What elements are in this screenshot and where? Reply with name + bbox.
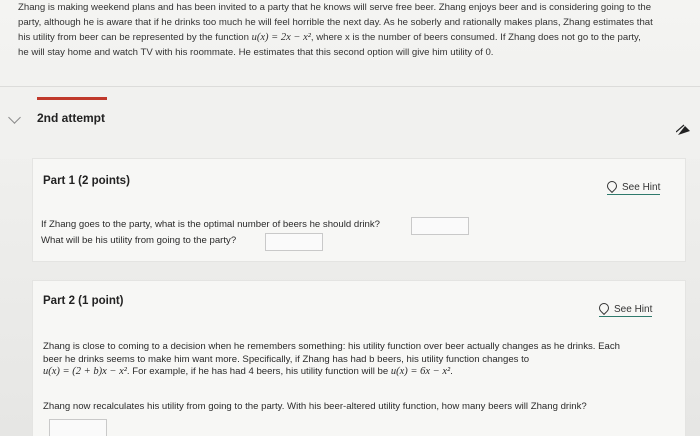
intro-line-4: he will stay home and watch TV with his …	[18, 47, 494, 58]
example-utility-formula: u(x) = 6x − x²	[390, 366, 451, 377]
intro-line-1: Zhang is making weekend plans and has be…	[18, 2, 652, 13]
part-2-text: Zhang is close to coming to a decision w…	[43, 341, 663, 379]
utility-formula: u(x) = 2x − x²	[251, 32, 311, 43]
problem-intro: Zhang is making weekend plans and has be…	[18, 0, 680, 60]
part-1-question-1: If Zhang goes to the party, what is the …	[41, 219, 380, 230]
intro-line-3: his utility from beer can be represented…	[18, 30, 680, 45]
altered-utility-formula: u(x) = (2 + b)x − x²	[43, 366, 127, 377]
part-2-card: Part 2 (1 point) See Hint Zhang is close…	[32, 280, 686, 436]
part-1-title: Part 1 (2 points)	[43, 175, 130, 187]
attempt-title: 2nd attempt	[37, 111, 106, 125]
intro-line-2: party, although he is aware that if he d…	[18, 17, 653, 28]
part-2-see-hint-link[interactable]: See Hint	[596, 300, 653, 317]
intro-line-3a: his utility from beer can be represented…	[18, 32, 252, 43]
attempt-header[interactable]: 2nd attempt	[0, 86, 700, 159]
arrow-up-icon[interactable]	[676, 123, 692, 137]
optimal-beers-input[interactable]	[411, 217, 469, 235]
part-2-line-3b: . For example, if he has had 4 beers, hi…	[126, 366, 391, 377]
attempt-accent-line	[37, 97, 107, 100]
lightbulb-icon	[604, 178, 620, 194]
part-2-question: Zhang now recalculates his utility from …	[43, 401, 587, 412]
intro-line-3b: , where x is the number of beers consume…	[310, 32, 641, 43]
part-2-line-1: Zhang is close to coming to a decision w…	[43, 341, 620, 352]
part-1-hint-label: See Hint	[622, 182, 661, 193]
part-2-hint-label: See Hint	[614, 304, 653, 315]
part-2-line-2: beer he drinks seems to make him want mo…	[43, 353, 530, 365]
part-1-question-2: What will be his utility from going to t…	[41, 235, 237, 246]
beers-drunk-input[interactable]	[49, 419, 107, 436]
lightbulb-icon	[596, 300, 612, 316]
part-2-title: Part 2 (1 point)	[43, 295, 124, 307]
party-utility-input[interactable]	[265, 233, 323, 251]
part-2-line-3: u(x) = (2 + b)x − x². For example, if he…	[43, 366, 663, 379]
chevron-down-icon[interactable]	[8, 111, 21, 124]
part-1-card: Part 1 (2 points) See Hint If Zhang goes…	[32, 158, 686, 262]
part-1-see-hint-link[interactable]: See Hint	[604, 178, 661, 195]
page: Zhang is making weekend plans and has be…	[0, 0, 700, 436]
part-2-line-3c: .	[450, 366, 453, 377]
